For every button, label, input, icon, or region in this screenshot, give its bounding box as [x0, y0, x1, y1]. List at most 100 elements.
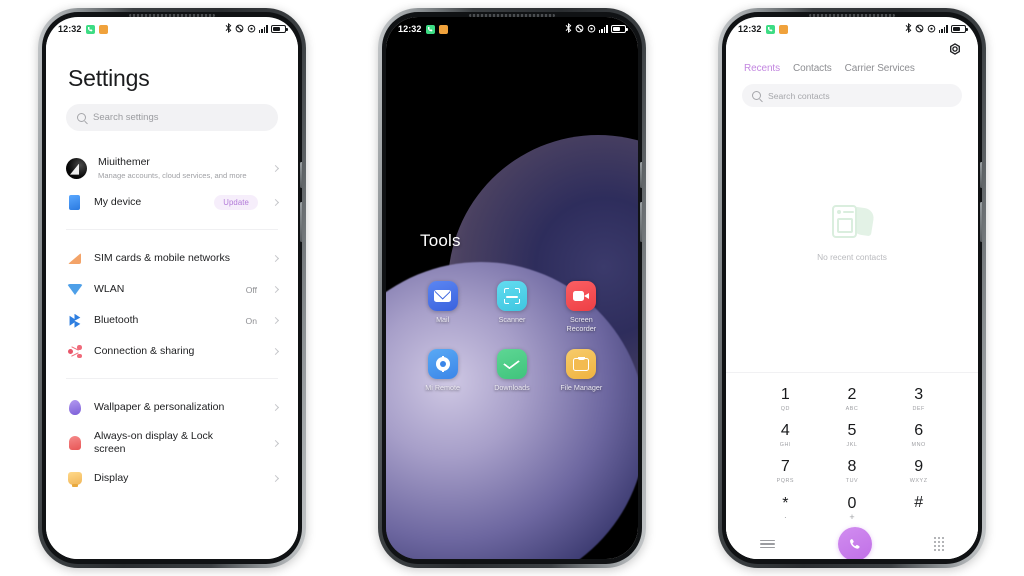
row-body: Bluetooth — [94, 314, 235, 327]
key-letters: WXYZ — [909, 477, 928, 484]
keypad-grid-icon[interactable] — [934, 537, 944, 551]
alarm-icon — [247, 24, 256, 35]
key-5[interactable]: 5 JKL — [819, 419, 886, 451]
dnd-icon — [235, 24, 244, 35]
sidebar-item-sim-cards[interactable]: SIM cards & mobile networks — [46, 243, 298, 274]
phone1-screen: 12:32 Settings Search settings Miuitheme… — [46, 17, 298, 559]
share-icon — [66, 343, 83, 360]
screen-recorder-icon — [566, 281, 597, 311]
key-0[interactable]: 0 + — [819, 491, 886, 523]
key-8[interactable]: 8 TUV — [819, 455, 886, 487]
alarm-icon — [587, 24, 596, 35]
key-number: 5 — [847, 421, 857, 439]
row-value: On — [245, 315, 257, 326]
row-label: Wallpaper & personalization — [94, 401, 225, 414]
key-number: * — [782, 495, 789, 512]
call-button[interactable] — [837, 527, 872, 559]
dialer-tabs[interactable]: Recents Contacts Carrier Services — [726, 57, 978, 74]
key-number: 1 — [780, 385, 790, 403]
tab-carrier-services[interactable]: Carrier Services — [845, 63, 915, 74]
keypad[interactable]: 1 QD 2 ABC 3 DEF 4 GHI 5 JKL 6 MNO 7 PQR… — [726, 383, 978, 523]
row-body: Connection & sharing — [94, 345, 262, 358]
battery-icon — [951, 25, 968, 33]
key-4[interactable]: 4 GHI — [752, 419, 819, 451]
phone3-screen: 12:32 Recents Contacts Carrier Services … — [726, 17, 978, 559]
sidebar-item-miuithemer[interactable]: Miuithemer Manage accounts, cloud servic… — [46, 149, 298, 187]
bluetooth-icon — [225, 22, 232, 35]
app-mail[interactable]: Mail — [408, 281, 477, 333]
volume-button[interactable] — [980, 162, 982, 188]
key-number: 7 — [780, 457, 790, 475]
key-letters: QD — [780, 405, 790, 412]
sidebar-item-display[interactable]: Display — [46, 463, 298, 494]
key-letters: PQRS — [776, 477, 795, 484]
power-button[interactable] — [640, 202, 642, 242]
empty-contacts-illustration-icon — [829, 203, 875, 245]
wifi-icon — [66, 281, 83, 298]
tab-recents[interactable]: Recents — [744, 63, 780, 74]
key-3[interactable]: 3 DEF — [885, 383, 952, 415]
sidebar-item-wlan[interactable]: WLAN Off — [46, 274, 298, 305]
gear-icon[interactable] — [948, 43, 962, 57]
key-letters: DEF — [912, 405, 925, 412]
key-star[interactable]: * · — [752, 491, 819, 523]
row-body: SIM cards & mobile networks — [94, 252, 262, 265]
status-badge[interactable]: Update — [214, 195, 258, 211]
volume-button[interactable] — [640, 162, 642, 188]
orange-app-icon — [438, 24, 448, 34]
phone-device-settings: 12:32 Settings Search settings Miuitheme… — [38, 8, 306, 568]
chevron-right-icon — [271, 255, 280, 263]
row-label: SIM cards & mobile networks — [94, 252, 230, 265]
lock-icon — [66, 435, 83, 452]
sidebar-item-connection-sharing[interactable]: Connection & sharing — [46, 336, 298, 367]
key-number: 2 — [847, 385, 857, 403]
power-button[interactable] — [300, 202, 302, 242]
status-bar-right — [565, 22, 628, 35]
key-1[interactable]: 1 QD — [752, 383, 819, 415]
key-letters: · — [783, 512, 787, 522]
app-downloads[interactable]: Downloads — [477, 349, 546, 392]
app-mi-remote[interactable]: Mi Remote — [408, 349, 477, 392]
key-6[interactable]: 6 MNO — [885, 419, 952, 451]
call-icon — [850, 538, 860, 549]
chevron-right-icon — [271, 404, 280, 412]
key-7[interactable]: 7 PQRS — [752, 455, 819, 487]
sidebar-item-wallpaper[interactable]: Wallpaper & personalization — [46, 392, 298, 423]
app-label: Scanner — [498, 315, 526, 324]
phone-bezel: 12:32 — [382, 12, 642, 564]
key-number: 6 — [914, 421, 924, 439]
row-label: My device — [94, 196, 142, 209]
earpiece-speaker-icon — [469, 14, 555, 17]
row-label: WLAN — [94, 283, 125, 296]
search-contacts-input[interactable]: Search contacts — [742, 84, 962, 107]
key-letters: MNO — [911, 441, 926, 448]
tab-contacts[interactable]: Contacts — [793, 63, 832, 74]
app-file-manager[interactable]: File Manager — [547, 349, 616, 392]
volume-button[interactable] — [300, 162, 302, 188]
device-icon — [66, 194, 83, 211]
settings-app: Settings Search settings Miuithemer Mana… — [46, 37, 298, 559]
sidebar-item-always-on-display[interactable]: Always-on display & Lock screen — [46, 423, 298, 463]
file-manager-icon — [566, 349, 597, 379]
phone-device-home: 12:32 Tools Mail Scanner Screen Recorder… — [378, 8, 646, 568]
app-scanner[interactable]: Scanner — [477, 281, 546, 333]
sidebar-item-bluetooth[interactable]: Bluetooth On — [46, 305, 298, 336]
sidebar-item-my-device[interactable]: My device Update — [46, 187, 298, 218]
chevron-right-icon — [271, 199, 280, 207]
power-button[interactable] — [980, 202, 982, 242]
phone-device-dialer: 12:32 Recents Contacts Carrier Services … — [718, 8, 986, 568]
phone2-screen: 12:32 Tools Mail Scanner Screen Recorder… — [386, 17, 638, 559]
key-9[interactable]: 9 WXYZ — [885, 455, 952, 487]
key-hash[interactable]: # — [885, 491, 952, 523]
key-number: 4 — [780, 421, 790, 439]
settings-list[interactable]: Miuithemer Manage accounts, cloud servic… — [46, 147, 298, 559]
chevron-right-icon — [271, 317, 280, 325]
key-2[interactable]: 2 ABC — [819, 383, 886, 415]
app-label: Mi Remote — [425, 383, 461, 392]
row-label: Connection & sharing — [94, 345, 195, 358]
dnd-icon — [575, 24, 584, 35]
menu-icon[interactable] — [760, 538, 775, 551]
app-screen-recorder[interactable]: Screen Recorder — [547, 281, 616, 333]
search-input[interactable]: Search settings — [66, 104, 278, 131]
sim-card-icon — [66, 250, 83, 267]
